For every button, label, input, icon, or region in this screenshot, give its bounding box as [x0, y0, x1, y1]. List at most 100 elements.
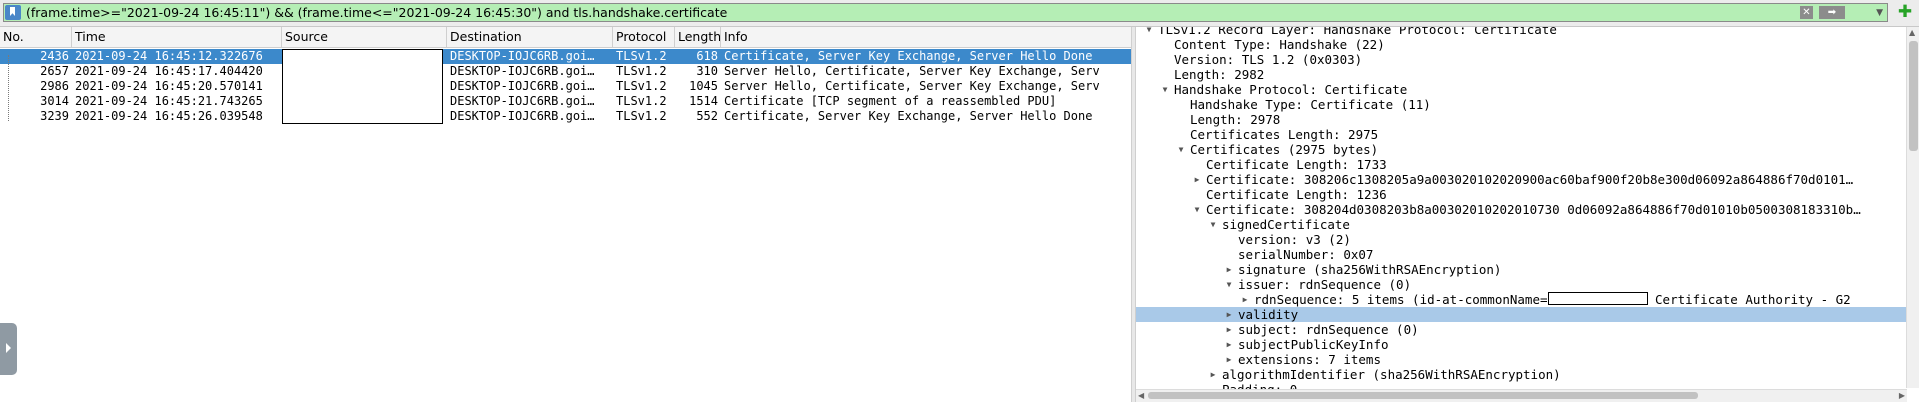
tree-item[interactable]: Version: TLS 1.2 (0x0303)	[1136, 52, 1919, 67]
tree-item[interactable]: ▼ Certificates (2975 bytes)	[1136, 142, 1919, 157]
cell-time: 2021-09-24 16:45:20.570141	[75, 79, 263, 93]
tree-item[interactable]: Length: 2978	[1136, 112, 1919, 127]
tree-item[interactable]: ▶ extensions: 7 items	[1136, 352, 1919, 367]
apply-filter-button[interactable]: ➡	[1819, 6, 1845, 19]
scroll-left-icon[interactable]: ◀	[1138, 390, 1144, 402]
expand-open-icon[interactable]: ▼	[1208, 217, 1218, 232]
table-row-selected[interactable]: 2436 2021-09-24 16:45:12.322676 DESKTOP-IO…	[0, 49, 1131, 64]
cell-time: 2021-09-24 16:45:26.039548	[75, 109, 263, 123]
add-filter-button-icon[interactable]: ✚	[1896, 3, 1914, 21]
packet-details-pane: ▼ TLSv1.2 Record Layer: Handshake Protoco…	[1136, 27, 1919, 402]
expand-open-icon[interactable]: ▼	[1224, 277, 1234, 292]
tree-item[interactable]: ▼ Handshake Protocol: Certificate	[1136, 82, 1919, 97]
tree-item-label: Content Type: Handshake (22)	[1174, 37, 1385, 52]
cell-length: 618	[696, 49, 718, 63]
bookmark-icon[interactable]	[5, 5, 21, 20]
chevron-down-icon[interactable]: ▼	[1853, 5, 1883, 21]
column-header-info[interactable]: Info	[721, 27, 1131, 47]
cell-no: 3014	[40, 94, 69, 108]
cell-time: 2021-09-24 16:45:17.404420	[75, 64, 263, 78]
tree-item-label: Certificate: 308204d0308203b8a0030201020…	[1206, 202, 1861, 217]
expand-open-icon[interactable]: ▼	[1176, 142, 1186, 157]
tree-item[interactable]: ▶ Certificate: 308206c1308205a9a003020102…	[1136, 172, 1919, 187]
cell-destination: DESKTOP-IOJC6RB.goi…	[450, 64, 595, 78]
tree-item-label: subject: rdnSequence (0)	[1238, 322, 1419, 337]
tree-item-text: TLSv1.2 Record Layer: Handshake Protocol…	[1158, 27, 1557, 37]
cell-info: Server Hello, Certificate, Server Key Ex…	[724, 64, 1100, 78]
tree-item[interactable]: version: v3 (2)	[1136, 232, 1919, 247]
tree-item-label: Certificate Length: 1733	[1206, 157, 1387, 172]
expand-closed-icon[interactable]: ▶	[1224, 322, 1234, 337]
tree-item-label: Certificate Length: 1236	[1206, 187, 1387, 202]
scroll-up-icon[interactable]: ▲	[1909, 27, 1915, 39]
tree-item[interactable]: Content Type: Handshake (22)	[1136, 37, 1919, 52]
tree-item-text: validity	[1238, 307, 1299, 322]
column-header-destination[interactable]: Destination	[447, 27, 613, 47]
tree-item[interactable]: serialNumber: 0x07	[1136, 247, 1919, 262]
tree-item[interactable]: Certificates Length: 2975	[1136, 127, 1919, 142]
tree-item[interactable]: ▶ subjectPublicKeyInfo	[1136, 337, 1919, 352]
horizontal-scrollbar[interactable]: ◀ ▶	[1136, 389, 1907, 402]
column-header-length[interactable]: Length	[675, 27, 721, 47]
column-header-time[interactable]: Time	[72, 27, 282, 47]
tree-item-label: issuer: rdnSequence (0)	[1238, 277, 1411, 292]
table-row[interactable]: 2657 2021-09-24 16:45:17.404420 DESKTOP-IO…	[0, 64, 1131, 79]
tree-item[interactable]: ▼ Certificate: 308204d0308203b8a003020102…	[1136, 202, 1919, 217]
tree-item[interactable]: ▶ rdnSequence: 5 items (id-at-commonName=…	[1136, 292, 1919, 307]
display-filter-input[interactable]: (frame.time>="2021-09-24 16:45:11") && (…	[3, 3, 1888, 22]
tree-item-text: Length: 2982	[1174, 67, 1265, 82]
expand-closed-icon[interactable]: ▶	[1240, 292, 1250, 307]
tree-item-label: version: v3 (2)	[1238, 232, 1351, 247]
tree-item[interactable]: ▶ subject: rdnSequence (0)	[1136, 322, 1919, 337]
tree-item[interactable]: ▼ TLSv1.2 Record Layer: Handshake Protoco…	[1136, 27, 1919, 37]
tree-item[interactable]: Certificate Length: 1733	[1136, 157, 1919, 172]
cell-info: Server Hello, Certificate, Server Key Ex…	[724, 79, 1100, 93]
expand-closed-icon[interactable]: ▶	[1224, 337, 1234, 352]
tree-item[interactable]: ▶ validity	[1136, 307, 1919, 322]
expand-open-icon[interactable]: ▼	[1144, 27, 1154, 37]
expand-open-icon[interactable]: ▼	[1192, 202, 1202, 217]
tree-item-label: Certificates Length: 2975	[1190, 127, 1378, 142]
tree-item[interactable]: Certificate Length: 1236	[1136, 187, 1919, 202]
expand-closed-icon[interactable]: ▶	[1192, 172, 1202, 187]
tree-item-text: Certificates Length: 2975	[1190, 127, 1379, 142]
display-filter-text[interactable]: (frame.time>="2021-09-24 16:45:11") && (…	[26, 5, 727, 20]
cell-destination: DESKTOP-IOJC6RB.goi…	[450, 109, 595, 123]
tree-item-label: Handshake Type: Certificate (11)	[1190, 97, 1431, 112]
tree-item[interactable]: ▼ issuer: rdnSequence (0)	[1136, 277, 1919, 292]
cell-time: 2021-09-24 16:45:21.743265	[75, 94, 263, 108]
expand-closed-icon[interactable]: ▶	[1224, 307, 1234, 322]
tree-item[interactable]: Handshake Type: Certificate (11)	[1136, 97, 1919, 112]
tree-item[interactable]: Length: 2982	[1136, 67, 1919, 82]
packet-list-header: No. Time Source Destination Protocol Len…	[0, 27, 1131, 48]
expand-closed-icon[interactable]: ▶	[1208, 367, 1218, 382]
clear-filter-icon[interactable]: ✕	[1800, 6, 1813, 19]
tree-item-text: Certificate: 308204d0308203b8a0030201020…	[1206, 202, 1861, 217]
cell-info: Certificate, Server Key Exchange, Server…	[724, 49, 1093, 63]
tree-item-label: Certificate: 308206c1308205a9a0030201020…	[1206, 172, 1853, 187]
tree-item[interactable]: ▶ algorithmIdentifier (sha256WithRSAEncry…	[1136, 367, 1919, 382]
tree-item-label: Length: 2978	[1190, 112, 1280, 127]
column-header-protocol[interactable]: Protocol	[613, 27, 675, 47]
tree-item-label: extensions: 7 items	[1238, 352, 1381, 367]
expand-closed-icon[interactable]: ▶	[1224, 352, 1234, 367]
sidebar-toggle-handle[interactable]	[0, 323, 17, 375]
horizontal-scroll-thumb[interactable]	[1148, 392, 1698, 399]
tree-item-label: signedCertificate	[1222, 217, 1350, 232]
vertical-scroll-thumb[interactable]	[1909, 41, 1918, 151]
tree-item-label: Length: 2982	[1174, 67, 1264, 82]
table-row[interactable]: 3239 2021-09-24 16:45:26.039548 DESKTOP-IO…	[0, 109, 1131, 124]
expand-open-icon[interactable]: ▼	[1160, 82, 1170, 97]
display-filter-toolbar: (frame.time>="2021-09-24 16:45:11") && (…	[0, 0, 1919, 27]
table-row[interactable]: 2986 2021-09-24 16:45:20.570141 DESKTOP-IO…	[0, 79, 1131, 94]
cell-length: 1045	[689, 79, 718, 93]
tree-item[interactable]: ▶ signature (sha256WithRSAEncryption)	[1136, 262, 1919, 277]
cell-protocol: TLSv1.2	[616, 49, 667, 63]
expand-closed-icon[interactable]: ▶	[1224, 262, 1234, 277]
vertical-scrollbar[interactable]: ▲	[1906, 27, 1919, 388]
scroll-right-icon[interactable]: ▶	[1899, 390, 1905, 402]
column-header-no[interactable]: No.	[0, 27, 72, 47]
column-header-source[interactable]: Source	[282, 27, 447, 47]
table-row[interactable]: 3014 2021-09-24 16:45:21.743265 DESKTOP-IO…	[0, 94, 1131, 109]
tree-item[interactable]: ▼ signedCertificate	[1136, 217, 1919, 232]
